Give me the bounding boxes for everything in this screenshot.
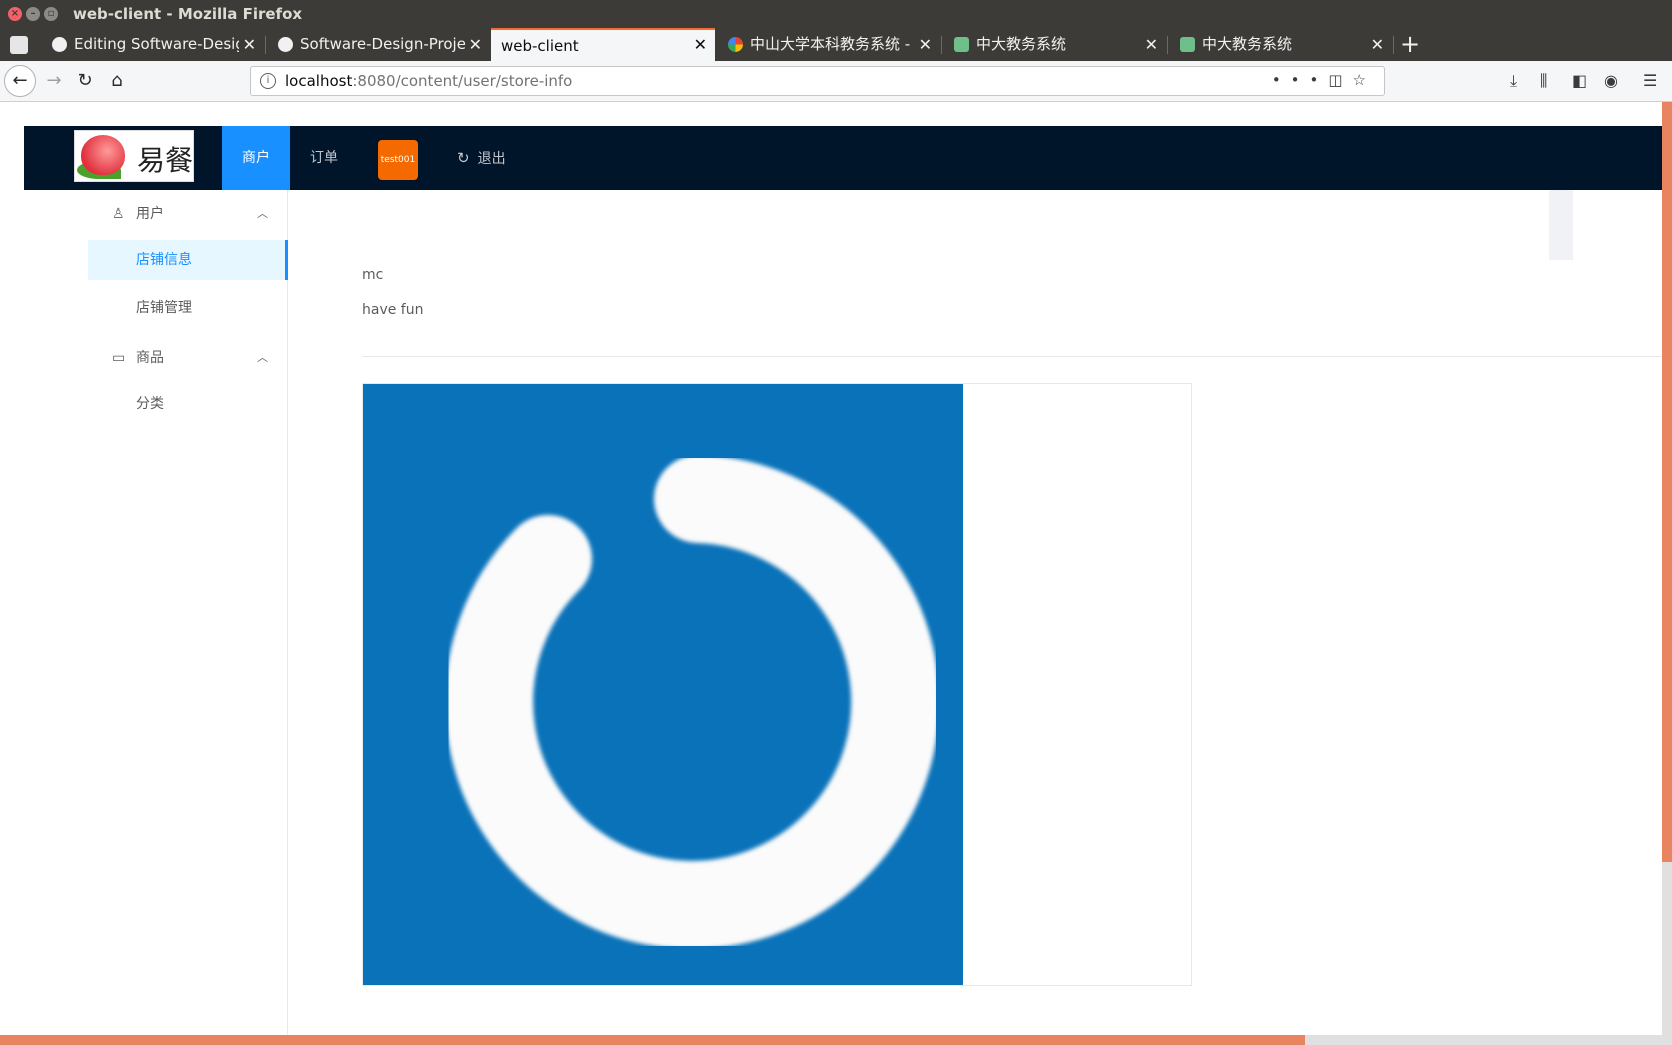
peach-shape bbox=[81, 135, 125, 175]
tab-editing-software[interactable]: Editing Software-Design ✕ bbox=[40, 28, 264, 61]
window-maximize-button[interactable]: ▫ bbox=[44, 7, 58, 21]
layout-gap bbox=[1549, 190, 1573, 260]
new-tab-button[interactable]: + bbox=[1395, 30, 1425, 60]
tab-web-client[interactable]: web-client ✕ bbox=[491, 28, 715, 61]
sidebar-group-goods[interactable]: ▭ 商品 ︿ bbox=[88, 334, 288, 382]
pocket-icon[interactable]: ◫ bbox=[1328, 71, 1352, 89]
url-text[interactable]: localhost:8080/content/user/store-info bbox=[285, 72, 572, 90]
tab-close-icon[interactable]: ✕ bbox=[694, 30, 707, 61]
horizontal-scrollbar-thumb[interactable] bbox=[0, 1035, 1305, 1045]
store-description: have fun bbox=[362, 302, 424, 318]
app-logo[interactable]: 易餐 bbox=[74, 130, 194, 182]
menu-icon[interactable]: ☰ bbox=[1643, 71, 1657, 90]
horizontal-scrollbar-track[interactable] bbox=[1305, 1035, 1662, 1045]
laptop-icon: ▭ bbox=[112, 350, 126, 366]
chevron-up-icon: ︿ bbox=[257, 351, 268, 364]
window-close-button[interactable]: × bbox=[8, 7, 22, 21]
power-icon bbox=[445, 455, 940, 949]
vertical-scrollbar-thumb[interactable] bbox=[1662, 102, 1672, 862]
user-avatar-badge[interactable]: test001 bbox=[378, 140, 418, 180]
sysu-icon bbox=[954, 37, 969, 52]
tab-close-icon[interactable]: ✕ bbox=[243, 28, 256, 61]
sysu-icon bbox=[1180, 37, 1195, 52]
menu-merchant[interactable]: 商户 bbox=[222, 126, 290, 190]
library-icon[interactable]: ⫼ bbox=[1540, 71, 1547, 91]
chevron-up-icon: ︿ bbox=[257, 207, 268, 220]
store-name: mc bbox=[362, 267, 384, 283]
tab-sysu-2[interactable]: 中大教务系统 ✕ bbox=[1168, 28, 1392, 61]
github-icon bbox=[52, 37, 67, 52]
url-bar[interactable]: i localhost:8080/content/user/store-info… bbox=[250, 66, 1385, 96]
page-content: 易餐 商户 订单 ↻ 退出 ♙ 用户 ︿ 店铺信息 店铺管理 ▭ 商品 ︿ 分类 … bbox=[0, 102, 1672, 1045]
site-info-icon[interactable]: i bbox=[260, 73, 276, 89]
tab-sysu-google[interactable]: 中山大学本科教务系统 - G ✕ bbox=[716, 28, 940, 61]
reload-button[interactable]: ↻ bbox=[71, 67, 99, 95]
divider bbox=[362, 356, 1672, 357]
store-image-frame bbox=[362, 383, 1192, 986]
tab-close-icon[interactable]: ✕ bbox=[919, 28, 932, 61]
vertical-scrollbar-track[interactable] bbox=[1662, 862, 1672, 1045]
tab-software-project[interactable]: Software-Design-Project ✕ bbox=[266, 28, 490, 61]
tab-overview-icon[interactable] bbox=[10, 36, 28, 54]
logout-button[interactable]: ↻ 退出 bbox=[457, 126, 506, 190]
account-icon[interactable]: ◉ bbox=[1604, 71, 1618, 90]
window-titlebar: × – ▫ web-client - Mozilla Firefox bbox=[0, 0, 1672, 28]
tab-bar: Editing Software-Design ✕ Software-Desig… bbox=[0, 28, 1672, 61]
sidebar: ♙ 用户 ︿ 店铺信息 店铺管理 ▭ 商品 ︿ 分类 bbox=[88, 190, 288, 1045]
menu-orders[interactable]: 订单 bbox=[306, 126, 342, 190]
google-icon bbox=[728, 37, 743, 52]
tab-sysu-1[interactable]: 中大教务系统 ✕ bbox=[942, 28, 1166, 61]
tab-close-icon[interactable]: ✕ bbox=[1145, 28, 1158, 61]
tab-close-icon[interactable]: ✕ bbox=[469, 28, 482, 61]
home-button[interactable]: ⌂ bbox=[103, 67, 131, 95]
github-icon bbox=[278, 37, 293, 52]
tab-close-icon[interactable]: ✕ bbox=[1371, 28, 1384, 61]
store-image bbox=[363, 384, 963, 985]
downloads-icon[interactable]: ⤓ bbox=[1510, 71, 1517, 91]
sidebar-item-category[interactable]: 分类 bbox=[88, 384, 288, 424]
window-title: web-client - Mozilla Firefox bbox=[73, 5, 303, 23]
user-icon: ♙ bbox=[112, 206, 125, 222]
sidebar-item-store-manage[interactable]: 店铺管理 bbox=[88, 288, 288, 328]
window-minimize-button[interactable]: – bbox=[26, 7, 40, 21]
forward-button[interactable]: → bbox=[40, 67, 68, 95]
sidebar-toggle-icon[interactable]: ◧ bbox=[1572, 71, 1587, 90]
back-button[interactable]: ← bbox=[4, 65, 36, 97]
bookmark-star-icon[interactable]: ☆ bbox=[1353, 71, 1376, 89]
page-actions-icon[interactable]: ••• bbox=[1272, 71, 1329, 89]
navigation-toolbar: ← → ↻ ⌂ i localhost:8080/content/user/st… bbox=[0, 61, 1672, 102]
logout-icon: ↻ bbox=[457, 149, 470, 167]
sidebar-item-store-info[interactable]: 店铺信息 bbox=[88, 240, 288, 280]
sidebar-group-user[interactable]: ♙ 用户 ︿ bbox=[88, 190, 288, 238]
